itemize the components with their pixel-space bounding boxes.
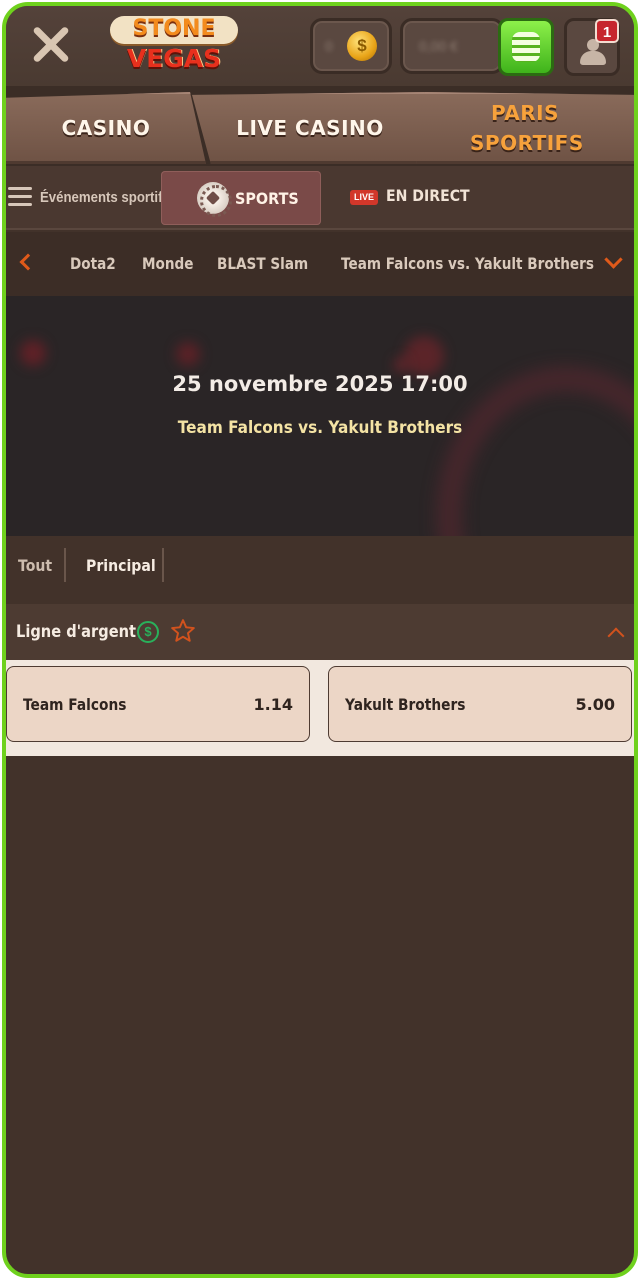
decorative-glow	[404, 336, 444, 376]
stone-vegas-logo[interactable]: STONE VEGAS	[106, 12, 242, 80]
profile-button[interactable]: 1	[564, 18, 620, 76]
logo-line-1: STONE	[132, 16, 216, 41]
coin-icon: $	[347, 31, 377, 61]
tab-divider	[64, 548, 66, 582]
decorative-glow	[394, 358, 408, 372]
match-hero: 25 novembre 2025 17:00 Team Falcons vs. …	[6, 296, 634, 536]
balance-value: 0,00 €	[419, 38, 458, 54]
dollar-icon: $	[137, 621, 159, 643]
logo-line-2: VEGAS	[126, 44, 222, 73]
tab-paris-sportifs[interactable]: PARIS SPORTIFS	[416, 92, 634, 164]
soccer-ball-icon	[197, 182, 232, 217]
outcome-odds: 1.14	[253, 695, 293, 714]
breadcrumb-match[interactable]: Team Falcons vs. Yakult Brothers	[341, 254, 594, 273]
chevron-down-icon[interactable]	[604, 250, 623, 269]
market-tabs: Tout Principal	[6, 536, 634, 608]
breadcrumb: Dota2 Monde BLAST Slam Team Falcons vs. …	[6, 232, 634, 296]
market-header[interactable]: Ligne d'argent $	[6, 604, 634, 660]
outcome-name: Team Falcons	[23, 695, 127, 714]
breadcrumb-blast-slam[interactable]: BLAST Slam	[217, 254, 308, 273]
outcome-odds: 5.00	[575, 695, 615, 714]
market-title: Ligne d'argent	[16, 622, 137, 642]
sub-nav: Événements sportifs SPORTS LIVE EN DIREC…	[6, 166, 634, 230]
menu-icon[interactable]	[8, 187, 32, 207]
outcome-name: Yakult Brothers	[345, 695, 466, 714]
match-teams: Team Falcons vs. Yakult Brothers	[177, 418, 463, 438]
top-bar: STONE VEGAS 0 $ 0,00 € 1	[6, 6, 634, 86]
tab-principal[interactable]: Principal	[86, 556, 156, 575]
odds-button-yakult-brothers[interactable]: Yakult Brothers 5.00	[328, 666, 632, 742]
chevron-up-icon[interactable]	[607, 627, 625, 645]
notification-badge: 1	[595, 19, 619, 43]
match-datetime: 25 novembre 2025 17:00	[172, 372, 468, 396]
close-icon[interactable]	[26, 20, 76, 70]
odds-button-team-falcons[interactable]: Team Falcons 1.14	[6, 666, 310, 742]
deposit-button[interactable]	[498, 18, 554, 76]
live-badge: LIVE	[350, 190, 378, 205]
tab-live-label: EN DIRECT	[386, 186, 470, 205]
chevron-left-icon[interactable]	[19, 253, 37, 271]
odds-area: Team Falcons 1.14 Yakult Brothers 5.00	[6, 660, 634, 756]
coins-value: 0	[325, 38, 333, 54]
tab-live-casino[interactable]: LIVE CASINO	[192, 92, 428, 164]
balance-pill[interactable]: 0,00 €	[400, 18, 504, 74]
tab-tout[interactable]: Tout	[18, 556, 52, 575]
star-icon[interactable]	[170, 618, 196, 644]
decorative-glow	[20, 340, 46, 366]
tab-sports[interactable]: SPORTS	[161, 171, 321, 225]
breadcrumb-monde[interactable]: Monde	[142, 254, 194, 273]
tab-casino[interactable]: CASINO	[6, 92, 206, 164]
decorative-glow	[176, 342, 200, 366]
tab-sports-label: SPORTS	[235, 189, 299, 208]
coins-pill[interactable]: 0 $	[310, 18, 392, 74]
sport-events-link[interactable]: Événements sportifs	[40, 189, 170, 206]
app-frame: STONE VEGAS 0 $ 0,00 € 1 CASINO LIVE CAS…	[2, 2, 638, 1278]
coin-stack-icon	[512, 32, 540, 62]
main-nav: CASINO LIVE CASINO PARIS SPORTIFS	[6, 86, 634, 166]
tab-divider	[162, 548, 164, 582]
tab-paris-sportifs-label: PARIS SPORTIFS	[470, 101, 584, 155]
breadcrumb-dota2[interactable]: Dota2	[70, 254, 116, 273]
